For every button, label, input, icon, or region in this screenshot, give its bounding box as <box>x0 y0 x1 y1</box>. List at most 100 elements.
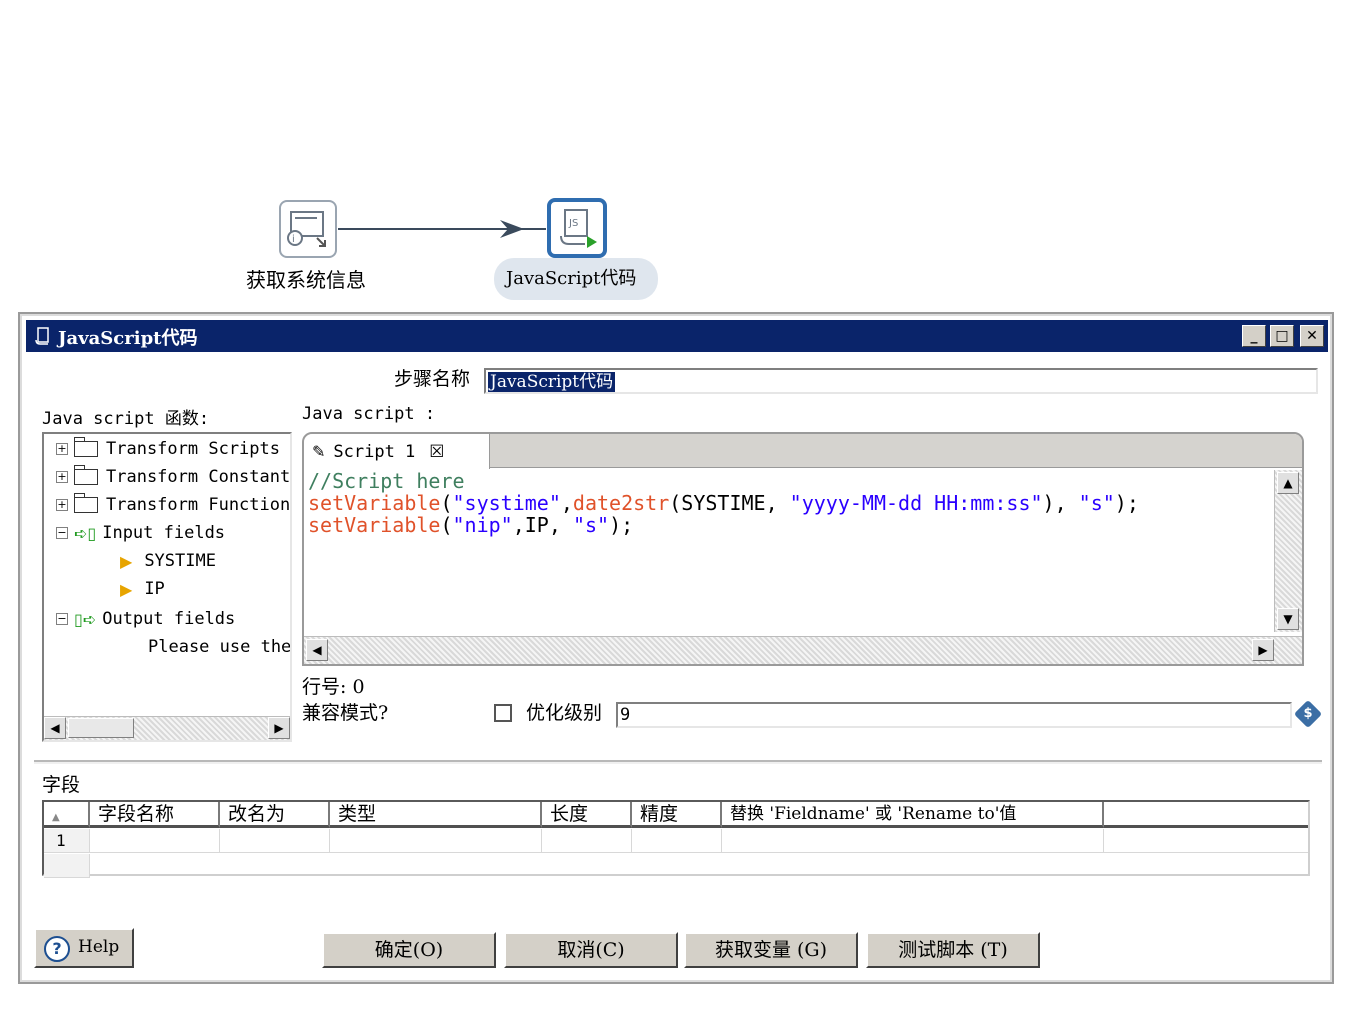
javascript-step-icon[interactable]: JS <box>547 198 607 258</box>
scroll-up-icon[interactable]: ▲ <box>1277 472 1299 494</box>
tree-item-label: Transform Constants <box>106 467 292 487</box>
code-token: "s" <box>1078 491 1115 515</box>
minimize-button[interactable]: _ <box>1242 325 1266 347</box>
tree-item-label: Output fields <box>102 609 236 629</box>
folder-icon <box>73 437 98 457</box>
tree-horizontal-scrollbar[interactable]: ◀ ▶ <box>44 716 290 740</box>
get-system-info-step-icon[interactable]: i <box>279 200 337 258</box>
tree-item-transform-scripts[interactable]: + Transform Scripts <box>56 436 280 462</box>
close-button[interactable]: ✕ <box>1300 325 1324 347</box>
code-token: setVariable <box>308 513 441 537</box>
tree-item-transform-constants[interactable]: + Transform Constants <box>56 464 292 490</box>
opt-level-label: 优化级别 <box>526 702 603 724</box>
tab-close-icon[interactable]: ☒ <box>429 442 444 462</box>
get-system-info-step-label: 获取系统信息 <box>246 268 366 292</box>
tree-item-please-use[interactable]: Please use the <box>148 634 290 660</box>
code-token: //Script here <box>308 469 465 493</box>
row-number[interactable]: 1 <box>44 829 90 853</box>
compat-mode-label: 兼容模式? <box>302 702 389 724</box>
table-cell[interactable] <box>542 829 632 853</box>
expand-icon[interactable]: + <box>56 499 68 511</box>
script-tab-strip: ✎ Script 1 ☒ <box>304 434 1302 469</box>
compat-mode-checkbox[interactable] <box>494 704 512 722</box>
code-token: ); <box>1114 491 1139 515</box>
dialog-titlebar[interactable]: JavaScript代码 _ □ ✕ <box>26 320 1328 352</box>
column-header-rename[interactable]: 改名为 <box>220 802 330 828</box>
tree-item-label: SYSTIME <box>144 551 216 571</box>
opt-level-input[interactable]: 9 <box>616 702 1292 728</box>
help-button-label: Help <box>78 937 120 957</box>
editor-horizontal-scrollbar[interactable]: ◀ ▶ <box>304 636 1302 664</box>
step-name-label: 步骤名称 <box>394 368 471 390</box>
cancel-button[interactable]: 取消(C) <box>504 932 678 968</box>
scroll-right-icon[interactable]: ▶ <box>268 717 290 739</box>
maximize-button[interactable]: □ <box>1270 325 1294 347</box>
table-cell[interactable] <box>722 829 1104 853</box>
folder-icon <box>73 465 98 485</box>
function-tree[interactable]: + Transform Scripts + Transform Constant… <box>42 432 292 742</box>
tree-item-output-fields[interactable]: − ▯➪ Output fields <box>56 606 235 632</box>
code-token: "systime" <box>452 491 561 515</box>
scroll-right-icon[interactable]: ▶ <box>1252 639 1274 661</box>
table-cell[interactable] <box>1104 829 1308 853</box>
code-token: , <box>560 491 573 515</box>
column-header-field-name[interactable]: 字段名称 <box>90 802 220 828</box>
field-arrow-icon: ▶ <box>120 551 133 571</box>
folder-icon <box>73 493 98 513</box>
code-line[interactable]: setVariable("nip",IP, "s"); <box>308 514 1272 536</box>
column-header-sort[interactable]: ▲ <box>44 802 90 828</box>
help-button[interactable]: ? Help <box>34 928 134 968</box>
column-header-length[interactable]: 长度 <box>542 802 632 828</box>
line-number-label: 行号: 0 <box>302 676 365 698</box>
step-name-value: JavaScript代码 <box>488 372 616 392</box>
expand-icon[interactable]: + <box>56 471 68 483</box>
input-fields-icon: ➪▯ <box>74 523 97 543</box>
functions-label: Java script 函数: <box>42 409 210 429</box>
table-cell[interactable] <box>90 829 220 853</box>
step-name-input[interactable]: JavaScript代码 <box>484 368 1318 394</box>
expand-icon[interactable]: + <box>56 443 68 455</box>
output-fields-icon: ▯➪ <box>74 609 97 629</box>
scroll-left-icon[interactable]: ◀ <box>44 717 66 739</box>
table-cell[interactable] <box>330 829 542 853</box>
script-tab-icon: ✎ <box>312 442 326 461</box>
tree-item-label: IP <box>144 579 165 599</box>
tab-script-1[interactable]: ✎ Script 1 ☒ <box>304 434 490 469</box>
tree-item-label: Transform Functions <box>106 495 292 515</box>
get-variables-button[interactable]: 获取变量 (G) <box>684 932 858 968</box>
code-token: ,IP, <box>512 513 573 537</box>
fields-table[interactable]: ▲ 字段名称 改名为 类型 长度 精度 替换 'Fieldname' 或 'Re… <box>42 800 1310 878</box>
hop-arrow[interactable] <box>338 218 548 240</box>
code-token: ), <box>1042 491 1079 515</box>
code-text-area[interactable]: //Script here setVariable("systime",date2… <box>306 470 1272 630</box>
tree-item-input-fields[interactable]: − ➪▯ Input fields <box>56 520 225 546</box>
collapse-icon[interactable]: − <box>56 613 68 625</box>
editor-vertical-scrollbar[interactable]: ▲ ▼ <box>1274 470 1302 632</box>
table-cell[interactable] <box>220 829 330 853</box>
column-header-type[interactable]: 类型 <box>330 802 542 828</box>
tree-item-systime[interactable]: ▶ SYSTIME <box>120 548 216 574</box>
tree-item-transform-functions[interactable]: + Transform Functions <box>56 492 292 518</box>
ok-button[interactable]: 确定(O) <box>322 932 496 968</box>
collapse-icon[interactable]: − <box>56 527 68 539</box>
code-token: ); <box>609 513 634 537</box>
code-line[interactable]: setVariable("systime",date2str(SYSTIME, … <box>308 492 1272 514</box>
table-cell[interactable] <box>632 829 722 853</box>
script-editor[interactable]: ✎ Script 1 ☒ //Script here setVariable("s… <box>302 432 1304 666</box>
code-token: date2str <box>572 491 670 515</box>
tree-item-label: Transform Scripts <box>106 439 280 459</box>
test-script-button[interactable]: 测试脚本 (T) <box>866 932 1040 968</box>
tree-item-ip[interactable]: ▶ IP <box>120 576 165 602</box>
dialog-title: JavaScript代码 <box>58 328 198 349</box>
scroll-thumb[interactable] <box>68 718 134 738</box>
variable-icon[interactable]: $ <box>1293 699 1323 729</box>
scroll-down-icon[interactable]: ▼ <box>1277 608 1299 630</box>
code-line[interactable]: //Script here <box>308 470 1272 492</box>
scroll-left-icon[interactable]: ◀ <box>306 639 328 661</box>
column-header-replace[interactable]: 替换 'Fieldname' 或 'Rename to'值 <box>722 802 1104 828</box>
row-number <box>44 854 90 878</box>
tree-item-label: Input fields <box>102 523 226 543</box>
code-token: "yyyy-MM-dd HH:mm:ss" <box>789 491 1043 515</box>
svg-text:i: i <box>292 234 295 245</box>
column-header-precision[interactable]: 精度 <box>632 802 722 828</box>
